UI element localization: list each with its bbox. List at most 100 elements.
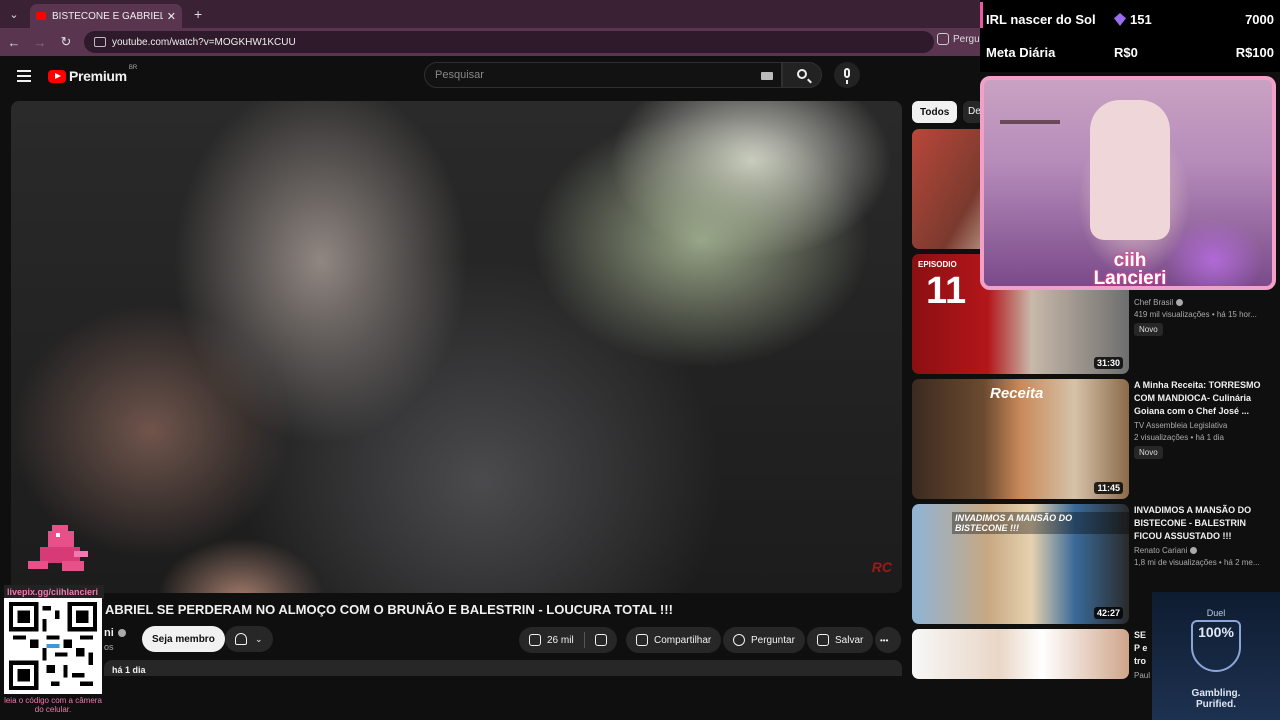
verified-icon (117, 629, 126, 637)
livepix-link: livepix.gg/ciihlancieri (4, 585, 104, 599)
duel-tagline-line1: Gambling. (1191, 688, 1241, 699)
more-actions-button[interactable]: ••• (875, 627, 901, 653)
notification-button[interactable]: ⌄ (225, 626, 273, 652)
chip-all[interactable]: Todos (912, 101, 958, 123)
save-button[interactable]: Salvar (807, 627, 874, 653)
episode-label: EPISODIO (918, 260, 957, 269)
join-button[interactable]: Seja membro (142, 626, 225, 652)
video-duration: 11:45 (1094, 482, 1123, 494)
recommended-channel: Renato Cariani (1134, 546, 1264, 555)
verified-icon (1190, 547, 1198, 554)
forward-arrow-icon[interactable]: → (28, 35, 52, 50)
tab-list-chevron-icon[interactable]: ⌄ (4, 4, 24, 24)
site-info-icon[interactable] (94, 37, 106, 47)
new-badge: Novo (1134, 446, 1163, 459)
save-label: Salvar (835, 634, 864, 646)
keyboard-icon[interactable] (761, 72, 773, 80)
channel-name[interactable]: ni (104, 627, 126, 639)
recommended-title: INVADIMOS A MANSÃO DO BISTECONE - BALEST… (1134, 505, 1252, 541)
gem-icon (1114, 13, 1126, 26)
tab-title: BISTECONE E GABRIEL SE PERD (52, 10, 163, 22)
goal-count: 151 (1114, 12, 1204, 27)
ask-chip-label: Pergu (953, 33, 980, 45)
recommended-views: 2 visualizações • há 1 dia (1134, 433, 1224, 442)
goal-row-sunrise: IRL nascer do Sol 151 7000 (986, 12, 1274, 27)
youtube-logo[interactable]: Premium BR (48, 65, 137, 84)
recommended-meta[interactable]: SE P e tro Paulo (1134, 629, 1150, 680)
video-watermark: RC (871, 559, 892, 575)
thumbnail-caption: Receita (990, 385, 1044, 402)
webcam-chair (1090, 100, 1170, 240)
mascot-icon (28, 525, 88, 571)
search-box (424, 62, 782, 88)
recommended-meta[interactable]: A Minha Receita: TORRESMO COM MANDIOCA- … (1134, 379, 1264, 460)
new-tab-button[interactable]: + (194, 6, 202, 22)
reload-icon[interactable]: ↻ (54, 34, 78, 50)
webcam-shelf (1000, 120, 1060, 124)
screen: ⌄ BISTECONE E GABRIEL SE PERD ✕ + ← → ↻ … (0, 0, 1280, 720)
search-button[interactable] (782, 62, 822, 88)
video-duration: 31:30 (1093, 357, 1123, 369)
recommended-channel: Chef Brasil (1134, 298, 1264, 307)
duel-ad: Duel 100% Gambling. Purified. (1152, 592, 1280, 720)
recommended-title: SE P e tro (1134, 630, 1148, 666)
streamer-name-line2: Lancieri (1093, 268, 1167, 289)
channel-text: Paulo (1134, 671, 1150, 680)
thumbnail-caption: INVADIMOS A MANSÃO DO BISTECONE !!! (952, 512, 1129, 534)
subscriber-count: os (104, 642, 114, 652)
bookmark-icon (817, 634, 829, 646)
goal-count-value: 151 (1130, 12, 1152, 27)
menu-icon[interactable] (17, 70, 31, 82)
url-text: youtube.com/watch?v=MOGKHW1KCUU (112, 36, 296, 48)
ask-chip[interactable]: Pergu (937, 33, 980, 45)
voice-search-button[interactable] (834, 62, 860, 88)
thumbs-up-icon[interactable] (529, 634, 541, 646)
verified-icon (1176, 299, 1184, 306)
new-badge: Novo (1134, 323, 1163, 336)
url-field[interactable]: youtube.com/watch?v=MOGKHW1KCUU (84, 31, 934, 53)
chevron-down-icon: ⌄ (255, 633, 263, 644)
duel-tagline-line2: Purified. (1195, 699, 1236, 710)
goal-accent-bar (980, 2, 983, 28)
video-player[interactable]: RC (11, 101, 902, 593)
thumbs-down-icon[interactable] (594, 634, 607, 646)
qr-caption: leia o código com a câmera do celular. (4, 696, 102, 714)
channel-text: Renato Cariani (1134, 546, 1188, 555)
youtube-play-icon (48, 69, 66, 83)
recommended-thumbnail[interactable]: Receita 11:45 (912, 379, 1129, 499)
youtube-favicon-icon (36, 12, 46, 20)
channel-text: TV Assembleia Legislativa (1134, 421, 1228, 430)
channel-text: Chef Brasil (1134, 298, 1174, 307)
share-button[interactable]: Compartilhar (626, 627, 722, 653)
search-icon (797, 69, 807, 79)
search-input[interactable] (435, 69, 735, 81)
sparkle-icon (733, 634, 745, 646)
recommended-views: 1,8 mi de visualizações • há 2 me... (1134, 558, 1260, 567)
goal-target: 7000 (1245, 12, 1274, 27)
like-dislike-group: 26 mil (519, 627, 617, 653)
back-arrow-icon[interactable]: ← (2, 35, 26, 50)
goal-label: Meta Diária (986, 45, 1056, 60)
recommended-views: 419 mil visualizações • há 15 hor... (1134, 310, 1257, 319)
like-separator (583, 632, 585, 648)
share-label: Compartilhar (654, 634, 712, 646)
goal-current: R$0 (1114, 45, 1138, 60)
description-box[interactable]: há 1 dia (104, 660, 902, 676)
bell-icon (235, 633, 247, 645)
share-icon (636, 634, 648, 646)
stream-goal-panel: IRL nascer do Sol 151 7000 Meta Diária R… (980, 0, 1280, 72)
webcam-overlay: ciih Lancieri (980, 76, 1276, 290)
streamer-name: ciih Lancieri (1080, 251, 1180, 289)
recommended-thumbnail[interactable]: INVADIMOS A MANSÃO DO BISTECONE !!! 42:2… (912, 504, 1129, 624)
duel-badge: 100% (1198, 624, 1234, 640)
browser-tab[interactable]: BISTECONE E GABRIEL SE PERD ✕ (30, 4, 182, 28)
logo-text: Premium (69, 68, 127, 84)
recommended-thumbnail[interactable] (912, 629, 1129, 679)
video-duration: 42:27 (1093, 607, 1123, 619)
like-count[interactable]: 26 mil (547, 635, 574, 646)
recommended-meta[interactable]: Chef Brasil 419 mil visualizações • há 1… (1134, 295, 1264, 337)
tab-close-icon[interactable]: ✕ (167, 10, 176, 23)
recommended-meta[interactable]: INVADIMOS A MANSÃO DO BISTECONE - BALEST… (1134, 504, 1264, 567)
duel-tagline: Gambling. Purified. (1152, 688, 1280, 710)
ask-button[interactable]: Perguntar (723, 627, 805, 653)
